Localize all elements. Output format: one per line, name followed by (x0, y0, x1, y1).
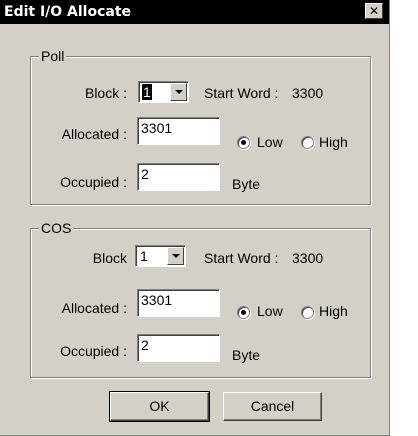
poll-high-radio[interactable] (301, 136, 314, 149)
poll-start-word-value: 3300 (292, 85, 324, 101)
poll-unit-label: Byte (232, 176, 261, 192)
cos-start-word-value: 3300 (292, 250, 324, 266)
cos-allocated-label: Allocated : (61, 300, 127, 316)
close-icon: ✕ (368, 4, 380, 18)
cos-block-label: Block (92, 250, 127, 266)
cos-block-select[interactable]: 1 (135, 245, 186, 267)
poll-start-word-label: Start Word : (204, 85, 279, 101)
cos-unit-label: Byte (232, 347, 261, 363)
poll-block-value: 1 (142, 84, 152, 100)
cos-occupied-label: Occupied : (60, 343, 127, 359)
cos-high-radio[interactable] (301, 306, 314, 319)
edit-io-allocate-dialog: Edit I/O Allocate ✕ Poll Block : 1 Start… (0, 0, 390, 436)
chevron-down-icon[interactable] (170, 83, 187, 101)
window-title: Edit I/O Allocate (4, 4, 132, 20)
ok-button[interactable]: OK (109, 391, 210, 422)
poll-occupied-label: Occupied : (60, 174, 127, 190)
close-button[interactable]: ✕ (365, 3, 383, 19)
poll-low-radio[interactable] (237, 136, 250, 149)
poll-allocated-input[interactable]: 3301 (137, 117, 220, 145)
poll-block-label: Block : (84, 85, 127, 101)
cos-low-radio[interactable] (237, 306, 250, 319)
cos-low-label: Low (257, 303, 283, 319)
poll-occupied-input[interactable]: 2 (137, 163, 220, 191)
cancel-button[interactable]: Cancel (223, 392, 322, 421)
cos-block-value: 1 (140, 248, 148, 264)
cos-high-label: High (319, 303, 348, 319)
poll-high-label: High (319, 134, 348, 150)
cos-start-word-label: Start Word : (204, 250, 279, 266)
cos-group-label: COS (39, 220, 74, 236)
poll-block-select[interactable]: 1 (138, 81, 189, 103)
title-bar: Edit I/O Allocate ✕ (0, 0, 389, 24)
poll-allocated-label: Allocated : (61, 126, 127, 142)
poll-low-label: Low (257, 134, 283, 150)
poll-group-label: Poll (39, 48, 67, 64)
cos-occupied-input[interactable]: 2 (137, 334, 220, 362)
cos-allocated-input[interactable]: 3301 (137, 289, 220, 317)
chevron-down-icon[interactable] (167, 247, 184, 265)
